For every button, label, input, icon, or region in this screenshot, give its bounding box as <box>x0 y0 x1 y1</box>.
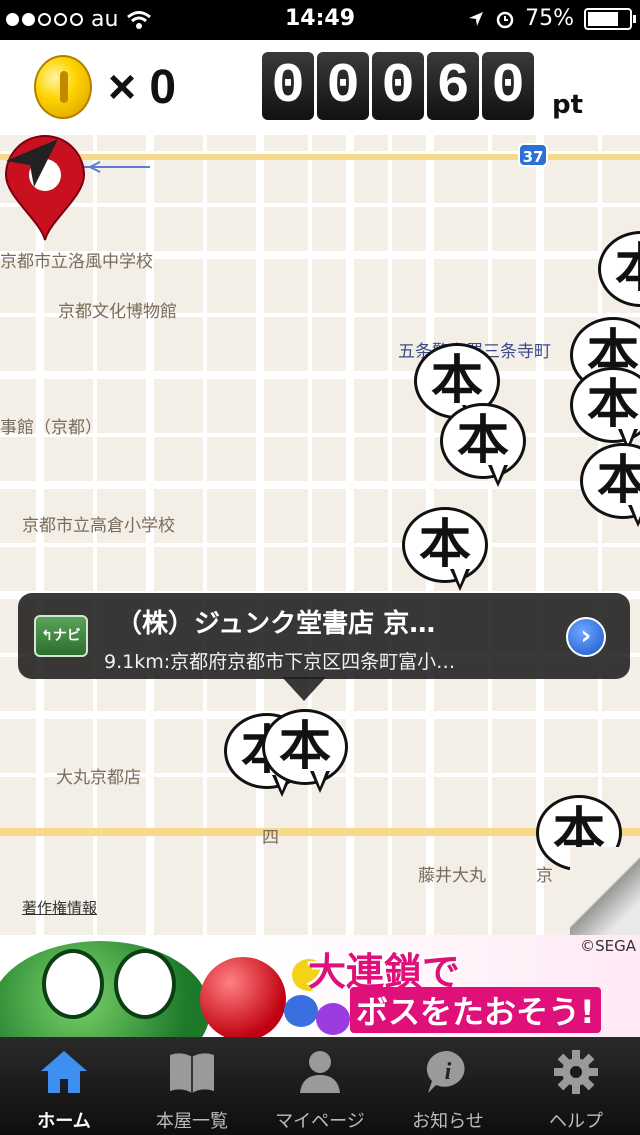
map-label: 事館（京都） <box>0 418 102 438</box>
map-label: 京都市立洛風中学校 <box>0 252 153 272</box>
ad-banner[interactable]: 大連鎖で ボスをたおそう! ©SEGA <box>0 935 640 1037</box>
score-digit: 0 <box>482 52 534 120</box>
tab-label: 本屋一覧 <box>156 1111 228 1132</box>
book-glyph: 本 <box>418 515 471 575</box>
blue-puyo-image <box>284 995 318 1027</box>
coin-icon <box>34 55 92 119</box>
ad-subheadline: ボスをたおそう! <box>350 987 601 1033</box>
home-icon <box>41 1051 87 1093</box>
coin-count: × 0 <box>108 61 177 114</box>
detail-disclosure-button[interactable]: › <box>566 617 606 657</box>
tab-mypage[interactable]: マイページ <box>256 1037 384 1135</box>
tab-news[interactable]: i お知らせ <box>384 1037 512 1135</box>
route-37-badge: 37 <box>518 143 548 167</box>
copyright-link[interactable]: 著作権情報 <box>22 897 97 918</box>
book-glyph: 本 <box>456 411 509 471</box>
book-glyph: 本 <box>596 451 640 511</box>
page-curl-button[interactable] <box>570 847 640 935</box>
map-label: 京都文化博物館 <box>58 302 177 322</box>
bookstore-marker[interactable]: 本 <box>598 231 640 327</box>
red-puyo-image <box>200 957 286 1037</box>
gear-icon <box>554 1050 598 1094</box>
bookstore-marker[interactable]: 本 <box>580 443 640 539</box>
score-digit: 0 <box>372 52 424 120</box>
tab-bar: ホーム 本屋一覧 マイページ i お知らせ ヘルプ <box>0 1037 640 1135</box>
tab-label: お知らせ <box>412 1111 484 1132</box>
score-digit: 0 <box>317 52 369 120</box>
book-glyph: 本 <box>278 717 331 777</box>
score-digit: 6 <box>427 52 479 120</box>
green-puyo-image <box>0 941 210 1037</box>
callout-pointer <box>282 677 326 701</box>
tab-home[interactable]: ホーム <box>0 1037 128 1135</box>
navi-button[interactable]: ↰ナビ <box>34 615 88 657</box>
score-header: × 0 0 0 0 6 0 pt <box>0 40 640 135</box>
alarm-icon <box>496 11 514 28</box>
ad-credit: ©SEGA <box>580 937 636 955</box>
map-label: 藤井大丸 <box>418 866 486 886</box>
location-arrow-icon <box>469 11 484 26</box>
navi-label: ナビ <box>52 628 81 644</box>
battery-percent: 75% <box>525 6 574 31</box>
callout-subtitle: 9.1km:京都府京都市下京区四条町富小… <box>104 651 456 673</box>
tab-help[interactable]: ヘルプ <box>512 1037 640 1135</box>
person-icon <box>300 1051 340 1093</box>
score-digit: 0 <box>262 52 314 120</box>
score-counter: 0 0 0 6 0 <box>262 52 534 120</box>
purple-puyo-image <box>316 1003 350 1035</box>
bookstore-marker[interactable]: 本 <box>402 507 498 603</box>
score-unit: pt <box>552 90 584 120</box>
book-icon <box>170 1053 214 1093</box>
battery-icon <box>584 7 636 30</box>
tab-label: マイページ <box>275 1111 365 1132</box>
book-glyph: 本 <box>586 375 639 435</box>
tab-bookstores[interactable]: 本屋一覧 <box>128 1037 256 1135</box>
info-icon: i <box>426 1050 465 1093</box>
locate-me-icon[interactable] <box>0 135 64 191</box>
map-label: 四 <box>262 828 279 848</box>
svg-text:i: i <box>445 1059 452 1085</box>
bookstore-callout[interactable]: ↰ナビ （株）ジュンク堂書店 京… 9.1km:京都府京都市下京区四条町富小… … <box>18 593 630 679</box>
bookstore-marker[interactable]: 本 <box>440 403 536 499</box>
callout-title: （株）ジュンク堂書店 京… <box>116 609 436 639</box>
map-label: 大丸京都店 <box>56 768 141 788</box>
bookstore-marker[interactable]: 本 <box>262 709 358 805</box>
turn-left-icon: ↰ <box>41 628 53 644</box>
book-glyph: 本 <box>598 231 640 307</box>
map-view[interactable]: 37 京都市立洛風中学校 京都文化博物館 五条警察署三条寺町 事館（京都） 京都… <box>0 135 640 935</box>
tab-label: ヘルプ <box>549 1111 603 1132</box>
map-label: 京都市立高倉小学校 <box>22 516 175 536</box>
tab-label: ホーム <box>37 1111 91 1132</box>
status-bar: au 14:49 75% <box>0 0 640 40</box>
